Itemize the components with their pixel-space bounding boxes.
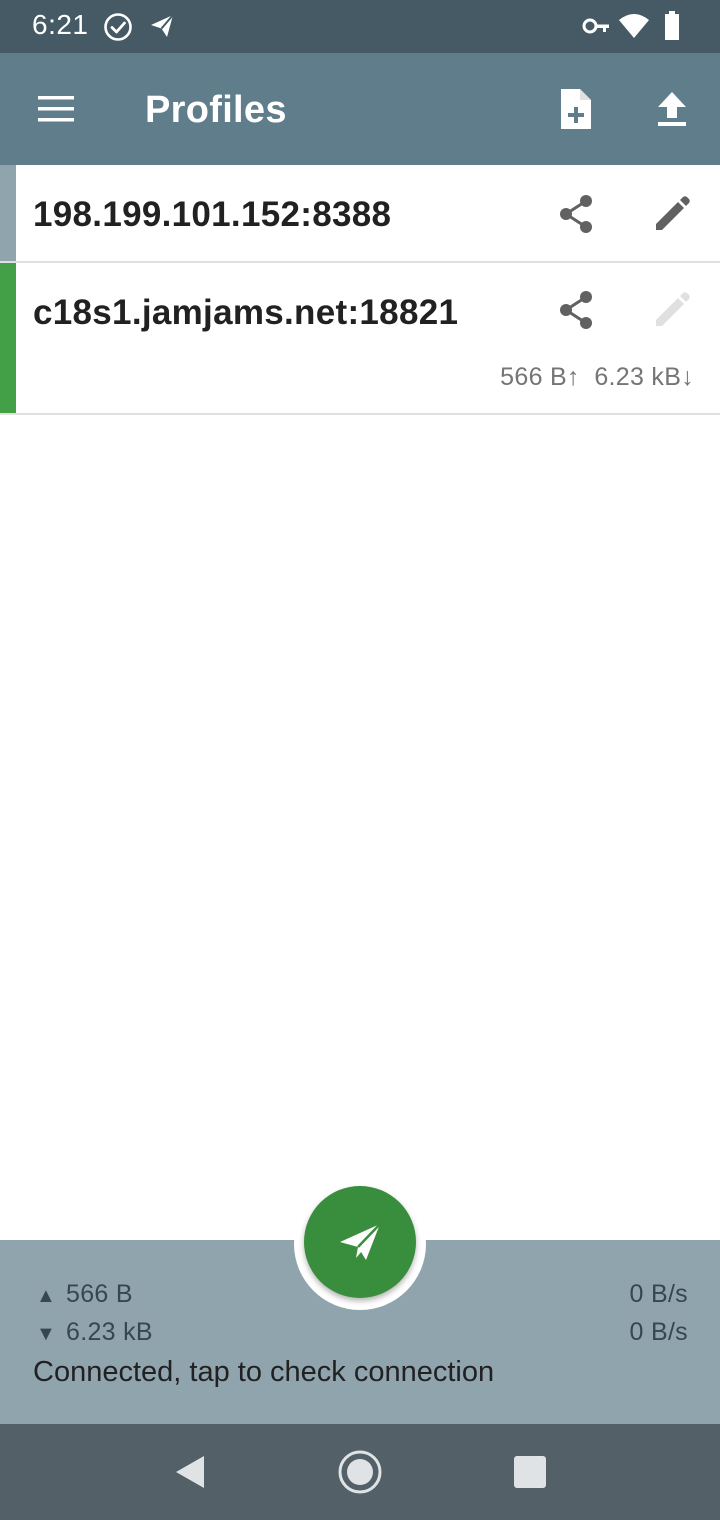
upload-icon (658, 92, 686, 126)
download-arrow-icon: ▼ (36, 1323, 57, 1345)
page-title: Profiles (145, 89, 287, 131)
pencil-icon (656, 196, 690, 230)
import-button[interactable] (644, 81, 700, 137)
connection-status[interactable]: Connected, tap to check connection (33, 1356, 494, 1389)
navigation-bar (0, 1424, 720, 1520)
send-icon (340, 1223, 381, 1260)
recents-icon (514, 1456, 546, 1488)
profile-list: 198.199.101.152:8388 c18s1.jamjams.net:1… (0, 165, 720, 415)
edit-button-disabled (644, 282, 700, 338)
status-stripe (0, 263, 16, 413)
vpn-key-icon (582, 15, 610, 42)
download-rate: 0 B/s (629, 1318, 688, 1346)
share-button[interactable] (548, 186, 604, 242)
upload-arrow-icon: ▲ (36, 1285, 57, 1307)
app-bar: Profiles (0, 53, 720, 165)
add-file-icon (561, 89, 591, 129)
profile-download: 6.23 kB↓ (594, 363, 694, 391)
back-icon (176, 1456, 204, 1488)
share-icon (560, 291, 592, 329)
profile-row[interactable]: 198.199.101.152:8388 (0, 165, 720, 263)
pencil-icon (656, 292, 690, 326)
send-icon (148, 12, 176, 45)
share-icon (560, 195, 592, 233)
wifi-icon (618, 12, 650, 45)
battery-icon (664, 11, 680, 46)
menu-icon (38, 96, 74, 122)
check-circle-icon (103, 12, 133, 47)
recents-button[interactable] (506, 1448, 554, 1496)
share-button[interactable] (548, 282, 604, 338)
profile-row[interactable]: c18s1.jamjams.net:18821 566 B↑ 6.23 kB↓ (0, 263, 720, 415)
profile-name: c18s1.jamjams.net:18821 (33, 293, 459, 332)
total-upload: ▲ 566 B (36, 1280, 133, 1308)
upload-rate: 0 B/s (629, 1280, 688, 1308)
status-bar: 6:21 (0, 0, 720, 53)
edit-button[interactable] (644, 186, 700, 242)
home-icon (338, 1450, 382, 1494)
back-button[interactable] (168, 1448, 216, 1496)
status-stripe (0, 165, 16, 261)
connect-fab[interactable] (304, 1186, 416, 1298)
home-button[interactable] (336, 1448, 384, 1496)
total-download: ▼ 6.23 kB (36, 1318, 153, 1346)
profile-upload: 566 B↑ (500, 363, 580, 391)
add-profile-button[interactable] (548, 81, 604, 137)
status-time: 6:21 (32, 9, 89, 40)
profile-traffic: 566 B↑ 6.23 kB↓ (500, 363, 694, 392)
profile-name: 198.199.101.152:8388 (33, 195, 392, 234)
menu-button[interactable] (24, 81, 88, 137)
